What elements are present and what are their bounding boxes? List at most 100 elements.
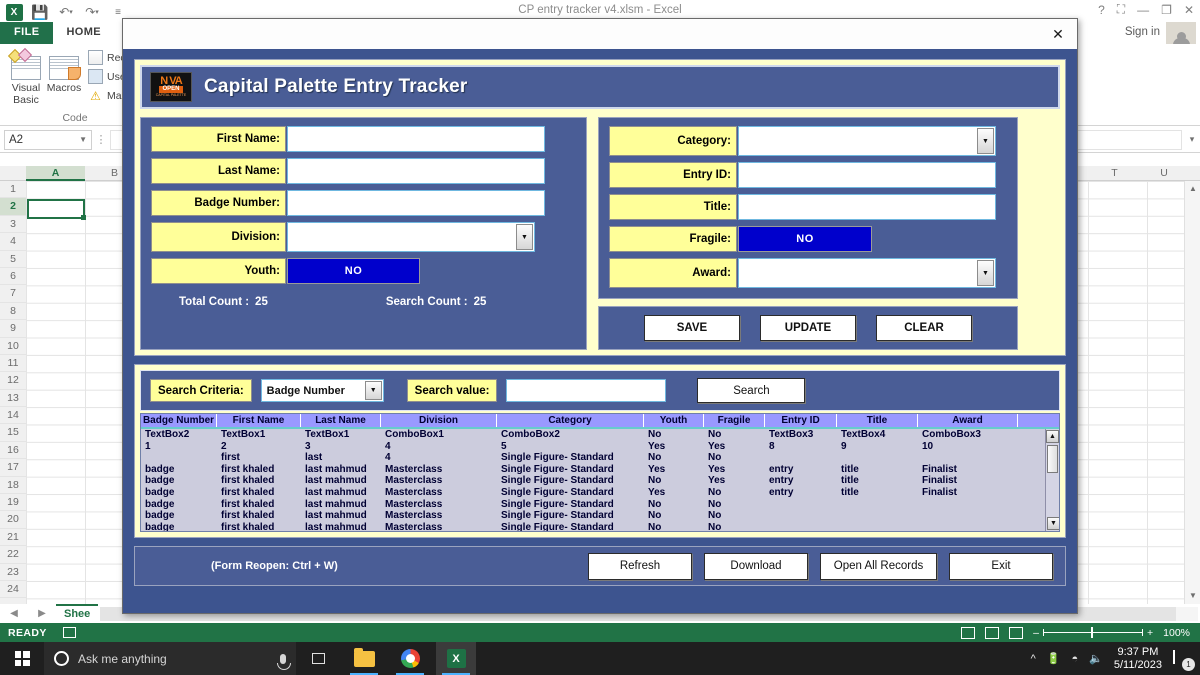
row-header[interactable]: 4 [0, 233, 26, 250]
table-row[interactable]: TextBox2TextBox1TextBox1ComboBox1ComboBo… [141, 429, 1045, 441]
table-row[interactable]: 12345YesYes8910 [141, 441, 1045, 453]
row-header[interactable]: 15 [0, 424, 26, 441]
row-header[interactable]: 2 [0, 198, 26, 215]
update-button[interactable]: UPDATE [760, 315, 856, 341]
row-header[interactable]: 18 [0, 477, 26, 494]
grid-body[interactable]: TextBox2TextBox1TextBox1ComboBox1ComboBo… [141, 429, 1045, 531]
normal-view-icon[interactable] [961, 627, 975, 639]
chrome-taskbar-button[interactable] [390, 642, 430, 675]
grid-column-header[interactable]: Title [837, 414, 918, 427]
grid-column-header[interactable]: Entry ID [765, 414, 837, 427]
row-header[interactable]: 10 [0, 338, 26, 355]
search-criteria-combobox[interactable]: Badge Number ▼ [261, 379, 384, 402]
entry-id-input[interactable] [738, 162, 996, 188]
row-header[interactable]: 14 [0, 407, 26, 424]
selected-cell-a2[interactable] [27, 199, 85, 219]
name-box[interactable]: A2 ▼ [4, 130, 92, 150]
tab-home[interactable]: HOME [53, 22, 114, 44]
expand-formula-bar-icon[interactable]: ▾ [1184, 134, 1200, 145]
scroll-down-icon[interactable]: ▼ [1185, 588, 1200, 604]
zoom-out-icon[interactable]: – [1033, 627, 1039, 639]
row-header[interactable]: 7 [0, 285, 26, 302]
row-header[interactable]: 22 [0, 546, 26, 563]
row-header[interactable]: 21 [0, 529, 26, 546]
zoom-slider[interactable]: – + [1033, 627, 1153, 639]
open-all-records-button[interactable]: Open All Records [820, 553, 937, 580]
start-button[interactable] [0, 642, 44, 675]
chevron-down-icon[interactable]: ▼ [365, 381, 382, 400]
clear-button[interactable]: CLEAR [876, 315, 972, 341]
row-header[interactable]: 12 [0, 372, 26, 389]
task-view-button[interactable] [296, 642, 340, 675]
award-combobox[interactable]: ▼ [738, 258, 996, 288]
taskbar-clock[interactable]: 9:37 PM 5/11/2023 [1114, 646, 1162, 672]
title-input[interactable] [738, 194, 996, 220]
zoom-level-label[interactable]: 100% [1163, 627, 1190, 639]
excel-taskbar-button[interactable]: X [436, 642, 476, 675]
scroll-down-icon[interactable]: ▼ [1047, 517, 1060, 530]
grid-column-header[interactable]: Youth [644, 414, 704, 427]
division-combobox[interactable]: ▼ [287, 222, 535, 252]
chevron-down-icon[interactable]: ▼ [516, 224, 533, 250]
grid-column-header[interactable]: Last Name [301, 414, 381, 427]
table-row[interactable]: firstlast4Single Figure- StandardNoNo [141, 452, 1045, 464]
table-row[interactable]: badgefirst khaledlast mahmudMasterclassS… [141, 475, 1045, 487]
table-row[interactable]: badgefirst khaledlast mahmudMasterclassS… [141, 464, 1045, 476]
table-row[interactable]: badgefirst khaledlast mahmudMasterclassS… [141, 487, 1045, 499]
macro-record-status-icon[interactable] [63, 627, 76, 638]
page-break-preview-icon[interactable] [1009, 627, 1023, 639]
cortana-search-box[interactable]: Ask me anything [44, 642, 296, 675]
refresh-button[interactable]: Refresh [588, 553, 692, 580]
scroll-up-icon[interactable]: ▲ [1185, 181, 1200, 197]
grid-column-header[interactable]: Fragile [704, 414, 765, 427]
badge-number-input[interactable] [287, 190, 545, 216]
sheet-nav-arrows[interactable]: ◀ ▶ [0, 608, 56, 619]
row-header[interactable]: 20 [0, 511, 26, 528]
action-center-button[interactable]: 1 [1173, 651, 1192, 667]
exit-button[interactable]: Exit [949, 553, 1053, 580]
scroll-up-icon[interactable]: ▲ [1046, 430, 1059, 443]
grid-column-header[interactable]: Division [381, 414, 497, 427]
close-window-icon[interactable]: ✕ [1184, 3, 1194, 17]
tab-file[interactable]: FILE [0, 22, 53, 44]
file-explorer-taskbar-button[interactable] [344, 642, 384, 675]
sheet-prev-icon[interactable]: ◀ [10, 608, 18, 619]
page-layout-view-icon[interactable] [985, 627, 999, 639]
youth-toggle-button[interactable]: NO [287, 258, 420, 284]
row-header[interactable]: 8 [0, 303, 26, 320]
table-row[interactable]: badgefirst khaledlast mahmudMasterclassS… [141, 510, 1045, 522]
minimize-icon[interactable]: — [1137, 3, 1149, 17]
row-header[interactable]: 24 [0, 581, 26, 598]
sign-in-label[interactable]: Sign in [1125, 26, 1160, 38]
row-header[interactable]: 6 [0, 268, 26, 285]
zoom-in-icon[interactable]: + [1147, 627, 1153, 639]
help-icon[interactable]: ? [1098, 3, 1105, 17]
battery-icon[interactable]: 🔋 [1047, 652, 1061, 665]
last-name-input[interactable] [287, 158, 545, 184]
chevron-down-icon[interactable]: ▼ [977, 260, 994, 286]
download-button[interactable]: Download [704, 553, 808, 580]
column-header-a[interactable]: A [26, 166, 85, 181]
row-header[interactable]: 23 [0, 564, 26, 581]
macros-button[interactable]: Macros [42, 50, 86, 94]
table-row[interactable]: badgefirst khaledlast mahmudMasterclassS… [141, 522, 1045, 531]
volume-icon[interactable]: 🔈 [1089, 652, 1103, 665]
sheet-next-icon[interactable]: ▶ [38, 608, 46, 619]
wifi-icon[interactable]: ◓ [1072, 653, 1079, 665]
table-row[interactable]: badgefirst khaledlast mahmudMasterclassS… [141, 499, 1045, 511]
grid-column-header[interactable]: First Name [217, 414, 301, 427]
first-name-input[interactable] [287, 126, 545, 152]
chevron-down-icon[interactable]: ▼ [79, 135, 87, 144]
show-hidden-icons-icon[interactable]: ^ [1031, 653, 1036, 665]
grid-vertical-scrollbar[interactable]: ▲ ▼ [1045, 429, 1059, 531]
save-button[interactable]: SAVE [644, 315, 740, 341]
row-header[interactable]: 11 [0, 355, 26, 372]
row-header[interactable]: 5 [0, 251, 26, 268]
close-icon[interactable]: ✕ [1041, 22, 1075, 46]
row-header[interactable]: 3 [0, 216, 26, 233]
grid-column-header[interactable]: Badge Number [141, 414, 217, 427]
fragile-toggle-button[interactable]: NO [738, 226, 872, 252]
row-header[interactable]: 9 [0, 320, 26, 337]
grid-column-header[interactable]: Award [918, 414, 1018, 427]
ribbon-display-options-icon[interactable]: ⛶ [1117, 2, 1125, 17]
